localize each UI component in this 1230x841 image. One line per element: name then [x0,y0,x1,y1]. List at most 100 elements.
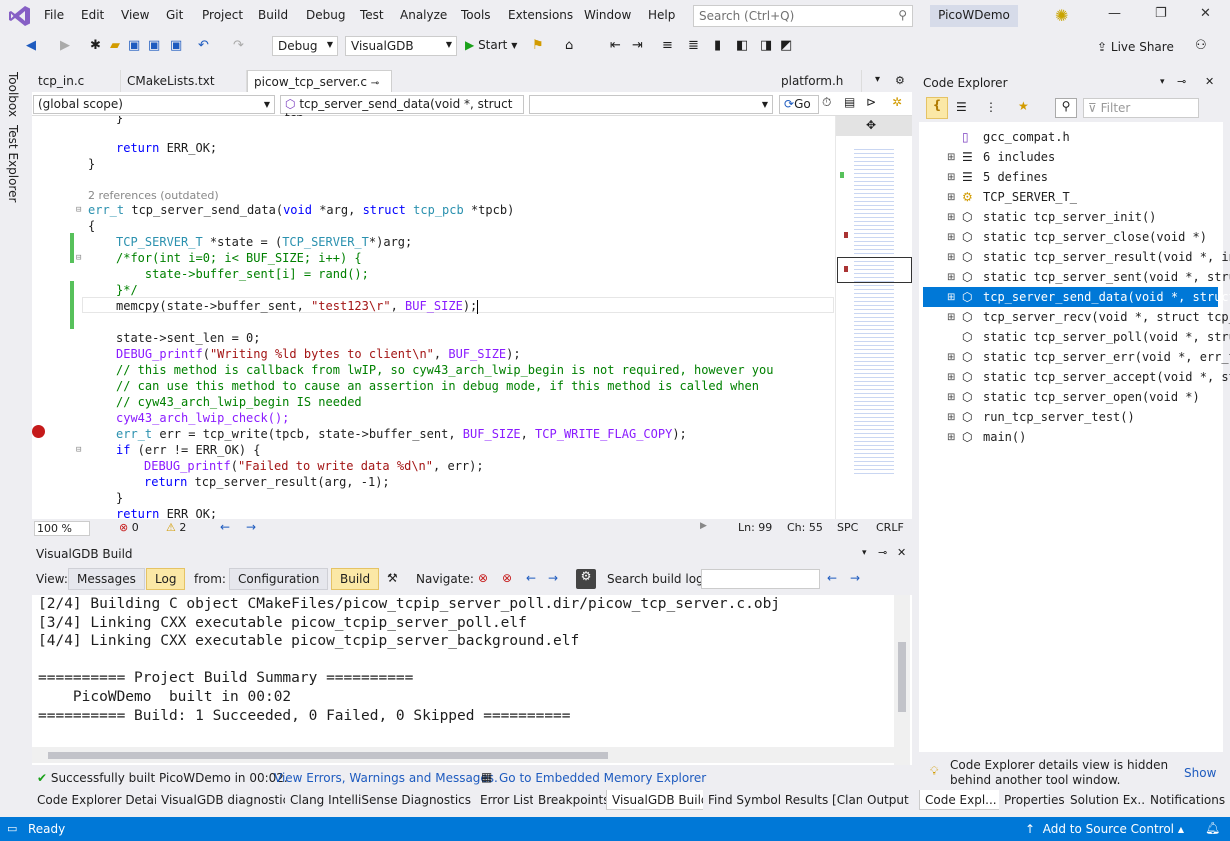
browser-icon[interactable]: ⌂ [565,38,573,53]
tab-clang-diagnostics[interactable]: Clang IntelliSense Diagnostics C... [285,790,500,810]
function-dropdown[interactable]: ⬡ tcp_server_send_data(void *, struct tc… [280,95,524,125]
clear-bookmarks-icon[interactable]: ◩ [780,38,792,53]
member-dropdown[interactable]: ▼ [529,95,773,114]
live-share-button[interactable]: ⇪ Live Share [1097,40,1174,54]
next-message-icon[interactable]: → [548,571,558,585]
menu-build[interactable]: Build [258,8,288,22]
tree-item[interactable]: run_tcp_server_test() [983,407,1135,427]
tree-item[interactable]: 6 includes [983,147,1055,167]
feedback-person-icon[interactable]: ⚇ [1195,38,1207,53]
notifications-icon[interactable]: 🔔︎ [1205,821,1220,835]
menu-tools[interactable]: Tools [461,8,491,22]
menu-help[interactable]: Help [648,8,675,22]
undo-icon[interactable]: ↶ [198,38,209,53]
menu-debug[interactable]: Debug [306,8,345,22]
tab-find-symbol-results[interactable]: Find Symbol Results [Clang] [703,790,881,810]
tree-item[interactable]: static tcp_server_result(void *, in [983,247,1230,267]
tag-icon[interactable]: ⊳ [866,95,876,109]
search-icon[interactable]: ⚲ [1055,98,1077,118]
prev-message-icon[interactable]: ← [526,571,536,585]
tree-item[interactable]: gcc_compat.h [983,127,1070,147]
scope-dropdown[interactable]: (global scope) ▼ [33,95,275,114]
braces-view-icon[interactable]: { [926,97,948,119]
expand-icon[interactable]: ⊞ [947,232,955,243]
tab-cmakelists[interactable]: CMakeLists.txt [121,70,247,92]
open-folder-icon[interactable]: ▰ [110,38,120,53]
scrollbar-thumb[interactable] [48,752,608,759]
tab-breakpoints[interactable]: Breakpoints [533,790,615,810]
platform-dropdown[interactable]: VisualGDB ▼ [345,36,457,56]
prev-error-icon[interactable]: ⊗ [478,571,488,585]
tree-item[interactable]: main() [983,427,1026,447]
line-ending[interactable]: CRLF [876,521,904,534]
tab-properties[interactable]: Properties [999,790,1070,810]
scroll-right-icon[interactable]: ▶ [700,521,707,531]
tab-error-list[interactable]: Error List [475,790,540,810]
collapse-icon[interactable]: ⊟ [76,253,81,263]
tree-item[interactable]: static tcp_server_accept(void *, st [983,367,1230,387]
menu-project[interactable]: Project [202,8,243,22]
save-all-2-icon[interactable]: ▣ [170,38,182,53]
tree-item[interactable]: static tcp_server_sent(void *, stru [983,267,1230,287]
tree-item[interactable]: static tcp_server_open(void *) [983,387,1200,407]
go-button[interactable]: ⟳Go [779,95,819,114]
messages-button[interactable]: Messages [68,568,145,590]
tab-platform-h[interactable]: platform.h [775,70,862,92]
add-source-control-button[interactable]: ↑ Add to Source Control ▲ [1025,822,1184,836]
expand-icon[interactable]: ⊞ [947,312,955,323]
save-icon[interactable]: ▣ [128,38,140,53]
panel-menu-icon[interactable]: ▾ [862,548,867,558]
build-tool-icon[interactable]: ⚒ [387,571,398,585]
test-explorer-tab[interactable]: Test Explorer [6,125,20,202]
search-prev-icon[interactable]: ← [827,571,837,585]
zoom-dropdown[interactable]: 100 % [34,521,90,536]
menu-file[interactable]: File [44,8,64,22]
code-editor[interactable]: ⊟ ⊟ ⊟ } return ERR_OK; } 2 references (o… [32,116,835,519]
menu-test[interactable]: Test [360,8,384,22]
forward-icon[interactable]: ▶ [60,38,70,53]
build-filter-button[interactable]: Build [331,568,380,590]
expand-icon[interactable]: ⊞ [947,292,955,303]
new-project-icon[interactable]: ✱ [90,38,101,53]
comment-icon[interactable]: ≡ [662,38,673,53]
expand-icon[interactable]: ⊞ [947,212,955,223]
tree-view-icon[interactable]: ⋮ [985,100,997,114]
search-next-icon[interactable]: → [850,571,860,585]
expand-icon[interactable]: ⊞ [947,372,955,383]
menu-window[interactable]: Window [584,8,631,22]
tree-item[interactable]: static tcp_server_close(void *) [983,227,1207,247]
restore-button[interactable]: ❐ [1155,6,1167,21]
document-icon[interactable]: ▤ [844,95,855,109]
tab-code-explorer[interactable]: Code Expl... [919,790,1003,810]
save-all-icon[interactable]: ▣ [148,38,160,53]
pin-icon[interactable]: ⊸ [878,546,887,559]
next-issue-icon[interactable]: → [246,520,256,534]
expand-icon[interactable]: ⊞ [947,272,955,283]
breakpoint-icon[interactable] [32,425,45,438]
redo-icon[interactable]: ↷ [233,38,244,53]
timer-icon[interactable]: ⏱ [822,95,831,110]
filter-input[interactable]: ⊽ Filter [1083,98,1199,118]
minimap-viewport[interactable] [837,257,912,283]
prev-bookmark-icon[interactable]: ◧ [736,38,748,53]
errors-indicator[interactable]: ⊗ 0 [119,521,139,534]
configuration-button[interactable]: Configuration [229,568,329,590]
menu-analyze[interactable]: Analyze [400,8,447,22]
collapse-icon[interactable]: ⊟ [76,205,81,215]
tree-item[interactable]: static tcp_server_poll(void *, stru [983,327,1230,347]
list-view-icon[interactable]: ☰ [956,100,967,114]
back-icon[interactable]: ◀ [26,38,36,53]
tree-item[interactable]: TCP_SERVER_T_ [983,187,1077,207]
panel-menu-icon[interactable]: ▾ [1160,77,1165,87]
tree-item[interactable]: tcp_server_recv(void *, struct tcp_ [983,307,1230,327]
favorites-icon[interactable]: ★ [1018,99,1029,113]
attach-icon[interactable]: ⚑ [532,38,544,53]
pin-icon[interactable]: ⊸ [1177,75,1186,88]
prev-issue-icon[interactable]: ← [220,520,230,534]
settings-icon[interactable]: ⚙ [895,74,905,87]
expand-icon[interactable]: ⊞ [947,392,955,403]
menu-edit[interactable]: Edit [81,8,104,22]
align-icon[interactable]: ⇥ [632,38,643,53]
tab-picow-tcp-server[interactable]: picow_tcp_server.c ⊸ ✕ [247,70,392,103]
search-input[interactable]: Search (Ctrl+Q) ⚲ [693,5,913,27]
